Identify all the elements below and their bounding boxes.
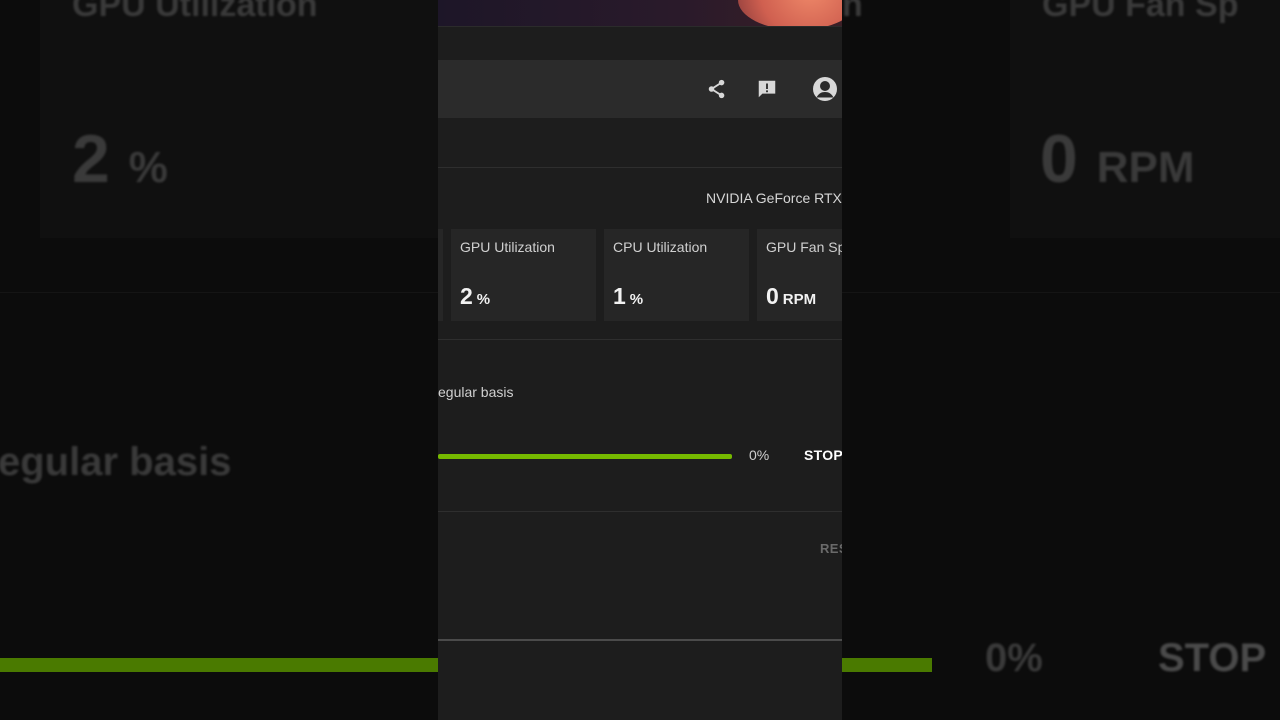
stat-card-title: CPU Utilization bbox=[613, 239, 708, 255]
hero-banner bbox=[438, 0, 842, 26]
stat-card-cpu-utilization: CPU Utilization 1% bbox=[604, 229, 749, 321]
bg-stat-card-gpu bbox=[40, 0, 438, 238]
bottom-area bbox=[438, 641, 842, 720]
stat-card-partial bbox=[438, 229, 443, 321]
description-text: egular basis bbox=[438, 384, 514, 400]
section-divider bbox=[438, 339, 842, 340]
bg-gpu-title: GPU Utilization bbox=[72, 0, 318, 24]
stat-card-title: GPU Fan Sp bbox=[766, 239, 842, 255]
share-icon[interactable] bbox=[706, 78, 728, 100]
gpu-model-name: NVIDIA GeForce RTX bbox=[706, 190, 842, 206]
bg-fan-title: GPU Fan Sp bbox=[1042, 0, 1239, 24]
section-divider bbox=[438, 167, 842, 168]
bg-subtitle: egular basis bbox=[0, 440, 232, 484]
progress-percent: 0% bbox=[749, 447, 770, 463]
bg-fan-value: 0 RPM bbox=[1040, 121, 1195, 197]
bg-progress-percent: 0% bbox=[985, 636, 1043, 680]
bg-gpu-value: 2 % bbox=[72, 121, 168, 197]
progress-bar bbox=[438, 454, 732, 459]
feedback-icon[interactable] bbox=[756, 78, 778, 100]
bg-mid-title-fragment: n bbox=[842, 0, 863, 24]
bg-stop-label: STOP bbox=[1158, 636, 1267, 680]
hero-graphic bbox=[738, 0, 842, 26]
top-toolbar bbox=[438, 60, 842, 118]
bg-stat-card-fan bbox=[1010, 0, 1280, 238]
profile-icon[interactable] bbox=[812, 76, 838, 102]
stat-card-value: 0 RPM bbox=[766, 283, 817, 309]
stat-card-value: 1% bbox=[613, 283, 644, 309]
app-panel: NVIDIA GeForce RTX GPU Utilization 2% CP… bbox=[438, 0, 842, 720]
stat-card-gpu-utilization: GPU Utilization 2% bbox=[451, 229, 596, 321]
hero-divider bbox=[438, 26, 842, 27]
stop-button[interactable]: STOP bbox=[804, 447, 842, 463]
stat-card-value: 2% bbox=[460, 283, 491, 309]
stat-card-gpu-fan-speed: GPU Fan Sp 0 RPM bbox=[757, 229, 842, 321]
section-divider bbox=[438, 511, 842, 512]
stat-card-title: GPU Utilization bbox=[460, 239, 555, 255]
reset-button[interactable]: RES bbox=[820, 541, 842, 556]
